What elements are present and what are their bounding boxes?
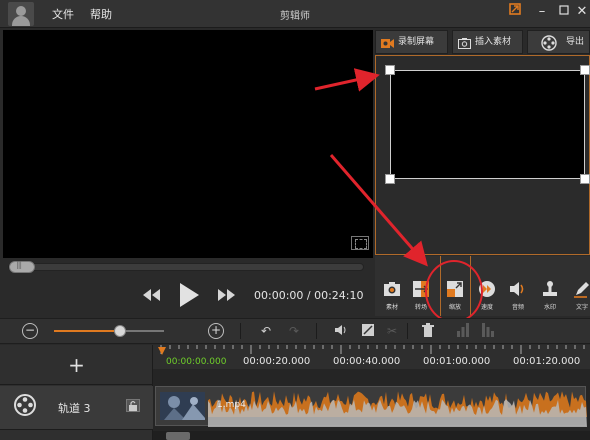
export-button[interactable]: 导出	[527, 30, 590, 54]
tool-text-label: 文字	[575, 304, 588, 311]
menu-help[interactable]: 帮助	[90, 6, 112, 22]
close-icon[interactable]: ✕	[572, 2, 590, 22]
maximize-icon[interactable]	[554, 2, 574, 22]
delete-trash-icon[interactable]	[420, 323, 436, 339]
toolbar-separator	[316, 323, 317, 339]
resize-handle-top-right[interactable]	[580, 65, 590, 75]
toolbar-separator	[407, 323, 408, 339]
audio-levels-icon[interactable]	[455, 323, 471, 339]
crop-clip-icon[interactable]	[360, 323, 376, 339]
resize-handle-top-left[interactable]	[385, 65, 395, 75]
track-name: 轨道 3	[58, 402, 91, 415]
zoom-region-preview[interactable]	[390, 70, 585, 179]
tool-watermark-label: 水印	[543, 304, 556, 311]
ruler-label-2: 00:00:40.000	[333, 356, 401, 367]
resize-handle-bottom-right[interactable]	[580, 174, 590, 184]
ruler-label-3: 00:01:00.000	[423, 356, 491, 367]
tool-audio-label: 音频	[511, 304, 524, 311]
audio-icon	[509, 280, 527, 298]
title-bar	[0, 0, 590, 28]
film-reel-track-icon	[14, 394, 36, 419]
insert-media-button[interactable]: 插入素材	[452, 30, 523, 54]
fast-forward-icon[interactable]	[216, 287, 236, 306]
record-screen-button[interactable]: 录制屏幕	[375, 30, 448, 54]
record-screen-label: 录制屏幕	[398, 37, 435, 47]
resize-handle-bottom-left[interactable]	[385, 174, 395, 184]
zoom-in-button[interactable]: +	[208, 323, 224, 339]
cut-scissors-icon[interactable]: ✂	[384, 323, 400, 339]
ruler-label-1: 00:00:20.000	[243, 356, 311, 367]
tool-speed-label: 速度	[480, 304, 493, 311]
watermark-icon	[541, 280, 559, 298]
undo-icon[interactable]: ↶	[258, 323, 274, 339]
camera-record-icon	[381, 36, 394, 48]
ruler-label-4: 00:01:20.000	[513, 356, 581, 367]
film-reel-icon	[541, 35, 557, 51]
insert-media-icon	[458, 36, 471, 49]
transition-icon	[412, 280, 430, 298]
mute-icon[interactable]	[333, 323, 349, 339]
minimize-icon[interactable]: –	[532, 2, 552, 22]
mini-mode-icon[interactable]	[505, 2, 525, 22]
zoom-slider-thumb[interactable]	[114, 325, 126, 337]
toolbar-separator	[240, 323, 241, 339]
tool-zoom-label: 缩放	[448, 304, 461, 311]
media-icon	[383, 280, 401, 298]
tool-transition-label: 转场	[414, 304, 427, 311]
video-preview	[3, 30, 373, 258]
text-pen-icon	[573, 280, 590, 298]
timeline-scrollbar[interactable]	[153, 431, 590, 440]
zoom-crop-icon	[446, 280, 464, 298]
lock-icon[interactable]	[126, 399, 140, 412]
insert-media-label: 插入素材	[475, 37, 512, 47]
zoom-slider-fill	[54, 330, 120, 332]
zoom-out-button[interactable]: −	[22, 323, 38, 339]
menu-file[interactable]: 文件	[52, 6, 74, 22]
seek-bar[interactable]	[8, 263, 364, 271]
timeline-scrollbar-thumb[interactable]	[166, 432, 190, 440]
export-label: 导出	[566, 37, 585, 47]
speed-icon	[478, 280, 496, 298]
ruler-label-0: 00:00:00.000	[166, 357, 227, 367]
detach-audio-icon[interactable]	[480, 323, 496, 339]
clip-thumbnail	[160, 392, 205, 420]
fit-screen-icon[interactable]	[351, 236, 369, 250]
add-track-button[interactable]: +	[0, 345, 153, 385]
seek-thumb[interactable]	[9, 260, 35, 273]
time-display: 00:00:00 / 00:24:10	[254, 289, 364, 302]
clip-name: 1.mp4	[217, 400, 246, 410]
user-avatar[interactable]	[8, 2, 34, 26]
play-icon[interactable]	[178, 282, 200, 311]
redo-icon[interactable]: ↷	[286, 323, 302, 339]
rewind-icon[interactable]	[142, 287, 162, 306]
